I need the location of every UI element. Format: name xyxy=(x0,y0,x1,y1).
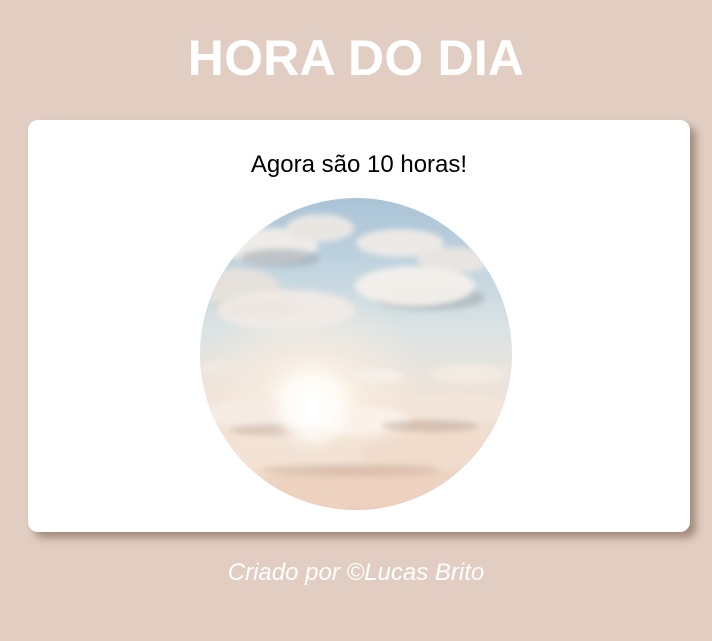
page-title: HORA DO DIA xyxy=(187,30,525,86)
current-hour-message: Agora são 10 horas! xyxy=(250,151,468,178)
author-credit: Criado por ©Lucas Brito xyxy=(227,559,485,586)
time-card: Agora são 10 horas! xyxy=(28,120,690,532)
time-of-day-image xyxy=(200,198,512,510)
cloudy-sky-illustration xyxy=(200,214,510,508)
